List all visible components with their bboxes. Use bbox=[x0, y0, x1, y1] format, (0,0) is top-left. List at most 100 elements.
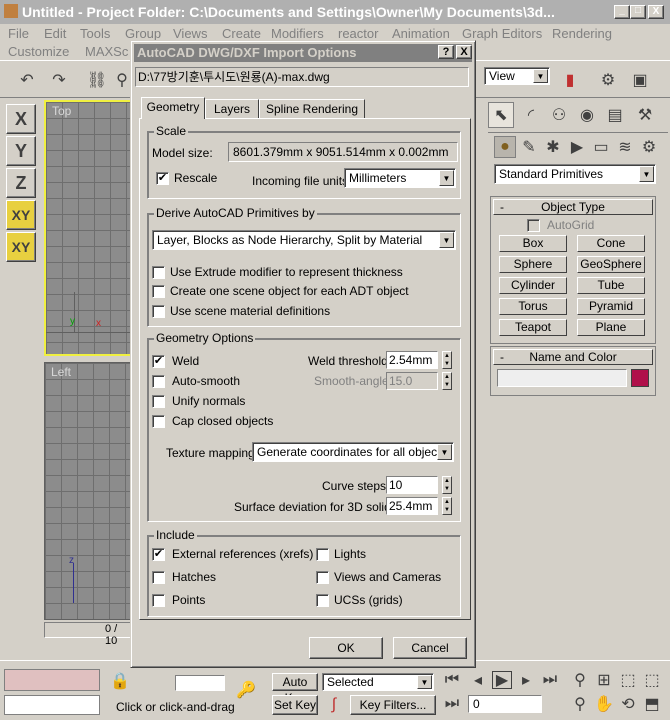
teapot-button[interactable]: Teapot bbox=[499, 319, 567, 336]
menu-edit[interactable]: Edit bbox=[44, 26, 66, 41]
time-slider[interactable]: 0 / 10 bbox=[44, 622, 132, 647]
object-color-swatch[interactable] bbox=[631, 369, 649, 387]
axis-xy-cycle-button[interactable]: XY bbox=[6, 232, 36, 262]
viewport-top[interactable]: Top y x bbox=[44, 100, 134, 356]
close-app-button[interactable]: X bbox=[648, 5, 664, 19]
key-filters-button[interactable]: Key Filters... bbox=[350, 695, 436, 715]
cameras-icon[interactable]: ▶ bbox=[566, 136, 588, 158]
menu-group[interactable]: Group bbox=[125, 26, 161, 41]
maximize-viewport-icon[interactable]: ⬒ bbox=[642, 695, 662, 713]
menu-maxscript[interactable]: MAXSc bbox=[85, 44, 128, 59]
geometry-icon[interactable]: ● bbox=[494, 136, 516, 158]
axis-z-button[interactable]: Z bbox=[6, 168, 36, 198]
incoming-units-dropdown[interactable]: Millimeters ▼ bbox=[344, 168, 456, 188]
viewport-top-label[interactable]: Top bbox=[52, 104, 71, 118]
lights-icon[interactable]: ✱ bbox=[542, 136, 564, 158]
menu-reactor[interactable]: reactor bbox=[338, 26, 378, 41]
torus-button[interactable]: Torus bbox=[499, 298, 567, 315]
previous-frame-icon[interactable]: ◂ bbox=[468, 671, 488, 689]
mirror-icon[interactable]: ▮ bbox=[556, 65, 584, 95]
category-dropdown[interactable]: Standard Primitives ▼ bbox=[494, 164, 656, 184]
auto-smooth-checkbox[interactable] bbox=[152, 375, 165, 388]
create-tab-icon[interactable]: ⬉ bbox=[488, 102, 514, 128]
viewport-left-label[interactable]: Left bbox=[51, 365, 71, 379]
render-icon[interactable]: ▣ bbox=[626, 65, 654, 95]
geosphere-button[interactable]: GeoSphere bbox=[577, 256, 645, 273]
selection-set-dropdown[interactable]: Selected ▼ bbox=[322, 673, 434, 691]
helpers-icon[interactable]: ▭ bbox=[590, 136, 612, 158]
smooth-angle-spinner[interactable]: ▲ ▼ bbox=[442, 372, 452, 390]
key-mode-icon[interactable]: ∫ bbox=[322, 695, 346, 715]
dialog-help-button[interactable]: ? bbox=[438, 45, 454, 59]
hierarchy-icon[interactable]: ⚙ bbox=[594, 65, 622, 95]
cancel-button[interactable]: Cancel bbox=[393, 637, 467, 659]
lock-icon[interactable]: 🔒 bbox=[110, 671, 130, 691]
curve-steps-input[interactable]: 10 bbox=[386, 476, 438, 494]
points-checkbox[interactable] bbox=[152, 594, 165, 607]
modify-tab-icon[interactable]: ◜ bbox=[518, 102, 544, 128]
next-frame-icon[interactable]: ▸ bbox=[516, 671, 536, 689]
surface-deviation-input[interactable]: 25.4mm bbox=[386, 497, 438, 515]
redo-icon[interactable]: ↷ bbox=[44, 65, 74, 95]
lights-checkbox[interactable] bbox=[316, 548, 329, 561]
view-dropdown[interactable]: View ▼ bbox=[484, 67, 550, 85]
motion-tab-icon[interactable]: ◉ bbox=[574, 102, 600, 128]
field-of-view-icon[interactable]: ⚲ bbox=[570, 695, 590, 713]
coord-field[interactable] bbox=[175, 675, 225, 691]
go-to-end-icon[interactable]: ⏭ bbox=[540, 671, 560, 689]
object-name-input[interactable] bbox=[497, 369, 627, 387]
set-key-button[interactable]: Set Key bbox=[272, 695, 318, 715]
zoom-extents-icon[interactable]: ⬚ bbox=[618, 671, 638, 689]
axis-xy-button[interactable]: XY bbox=[6, 200, 36, 230]
weld-threshold-spinner[interactable]: ▲ ▼ bbox=[442, 351, 452, 369]
tab-spline-rendering[interactable]: Spline Rendering bbox=[259, 99, 365, 119]
rescale-checkbox[interactable]: ✔ bbox=[156, 172, 169, 185]
axis-y-button[interactable]: Y bbox=[6, 136, 36, 166]
sphere-button[interactable]: Sphere bbox=[499, 256, 567, 273]
smooth-angle-input[interactable]: 15.0 bbox=[386, 372, 438, 390]
menu-rendering[interactable]: Rendering bbox=[552, 26, 612, 41]
maxscript-listener-pink[interactable] bbox=[4, 669, 100, 691]
derive-primitives-dropdown[interactable]: Layer, Blocks as Node Hierarchy, Split b… bbox=[152, 230, 456, 250]
zoom-icon[interactable]: ⚲ bbox=[570, 671, 590, 689]
one-scene-object-checkbox[interactable] bbox=[152, 285, 165, 298]
maximize-button[interactable]: □ bbox=[630, 5, 646, 19]
orbit-icon[interactable]: ⟲ bbox=[618, 695, 638, 713]
ucs-grids-checkbox[interactable] bbox=[316, 594, 329, 607]
cap-closed-checkbox[interactable] bbox=[152, 415, 165, 428]
key-icon[interactable]: 🔑 bbox=[232, 679, 260, 701]
views-cameras-checkbox[interactable] bbox=[316, 571, 329, 584]
box-button[interactable]: Box bbox=[499, 235, 567, 252]
menu-customize[interactable]: Customize bbox=[8, 44, 69, 59]
tab-layers[interactable]: Layers bbox=[205, 99, 259, 119]
dialog-close-button[interactable]: X bbox=[456, 45, 472, 59]
shapes-icon[interactable]: ✎ bbox=[518, 136, 540, 158]
go-to-start-icon[interactable]: ⏮ bbox=[442, 671, 462, 689]
menu-file[interactable]: File bbox=[8, 26, 29, 41]
play-icon[interactable]: ▶ bbox=[492, 671, 512, 689]
select-link-icon[interactable]: ⛓ bbox=[82, 65, 112, 95]
cylinder-button[interactable]: Cylinder bbox=[499, 277, 567, 294]
spacewarps-icon[interactable]: ≋ bbox=[614, 136, 636, 158]
zoom-extents-all-icon[interactable]: ⬚ bbox=[642, 671, 662, 689]
weld-threshold-input[interactable]: 2.54mm bbox=[386, 351, 438, 369]
menu-graph-editors[interactable]: Graph Editors bbox=[462, 26, 542, 41]
minimize-button[interactable]: _ bbox=[614, 5, 630, 19]
pyramid-button[interactable]: Pyramid bbox=[577, 298, 645, 315]
scene-material-checkbox[interactable] bbox=[152, 305, 165, 318]
ok-button[interactable]: OK bbox=[309, 637, 383, 659]
display-tab-icon[interactable]: ▤ bbox=[602, 102, 628, 128]
systems-icon[interactable]: ⚙ bbox=[638, 136, 660, 158]
auto-key-button[interactable]: Auto Key bbox=[272, 673, 318, 705]
menu-create[interactable]: Create bbox=[222, 26, 261, 41]
object-type-header[interactable]: - Object Type bbox=[493, 199, 653, 215]
key-mode-toggle-icon[interactable]: ⏭ bbox=[442, 695, 462, 713]
tab-geometry[interactable]: Geometry bbox=[141, 97, 205, 119]
menu-animation[interactable]: Animation bbox=[392, 26, 450, 41]
hatches-checkbox[interactable] bbox=[152, 571, 165, 584]
utilities-tab-icon[interactable]: ⚒ bbox=[632, 102, 658, 128]
use-extrude-checkbox[interactable] bbox=[152, 266, 165, 279]
axis-x-button[interactable]: X bbox=[6, 104, 36, 134]
hierarchy-tab-icon[interactable]: ⚇ bbox=[546, 102, 572, 128]
pan-icon[interactable]: ✋ bbox=[594, 695, 614, 713]
